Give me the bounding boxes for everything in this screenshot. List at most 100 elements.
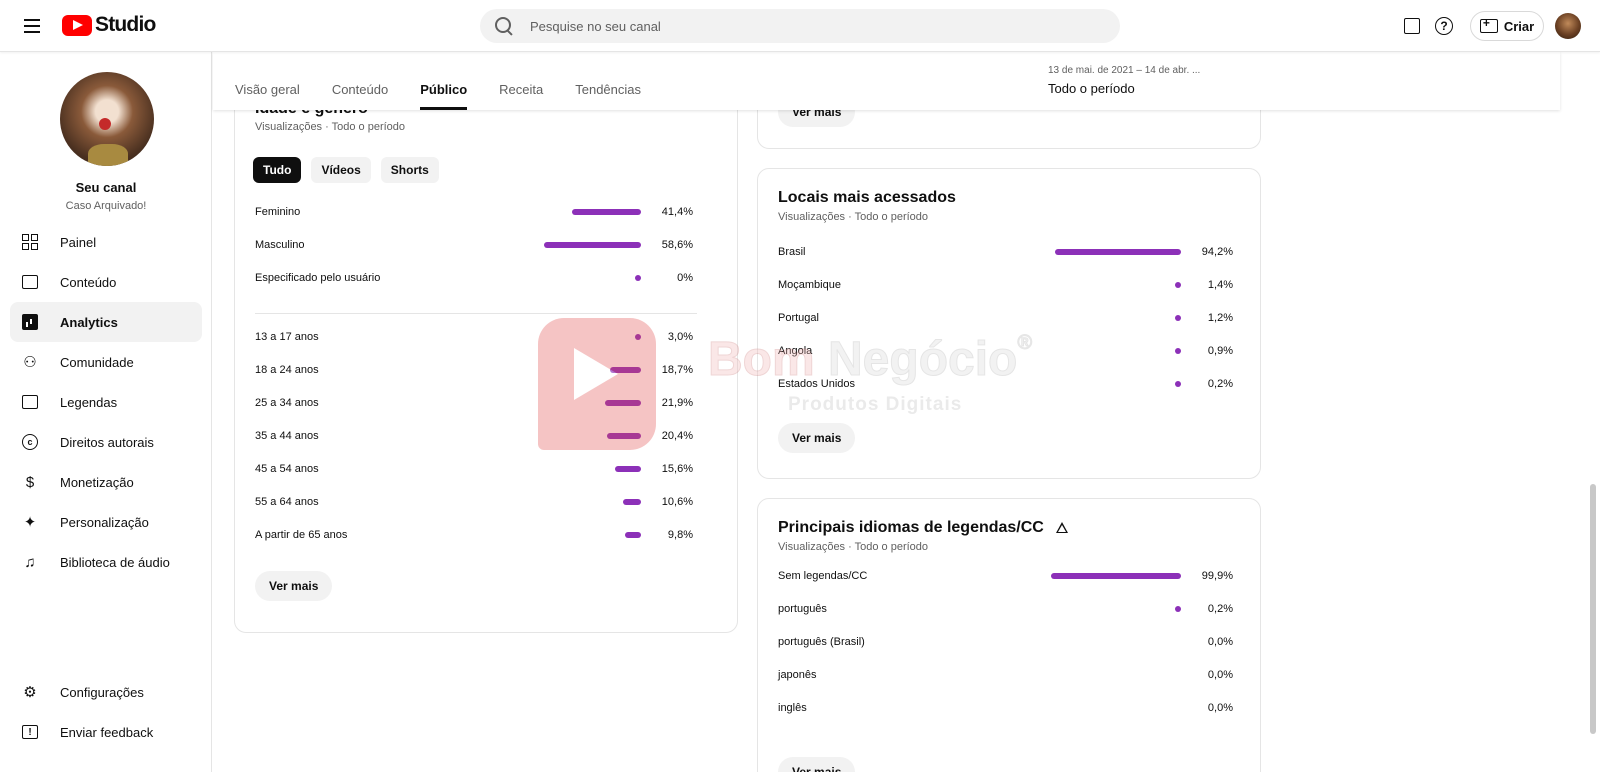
sidebar-item-configuracoes[interactable]: ⚙ Configurações — [10, 672, 202, 712]
bar-row: 45 a 54 anos 15,6% — [255, 459, 693, 479]
bar-track — [511, 532, 641, 538]
sidebar-item-direitos-autorais[interactable]: c Direitos autorais — [10, 422, 202, 462]
sidebar-item-personalizacao[interactable]: ✦ Personalização — [10, 502, 202, 542]
chip-videos[interactable]: Vídeos — [311, 157, 371, 183]
create-button[interactable]: Criar — [1470, 11, 1544, 41]
sidebar: Seu canal Caso Arquivado! Painel Conteúd… — [0, 52, 212, 772]
bar-fill — [635, 275, 641, 281]
bar-fill — [544, 242, 641, 248]
card-title: Locais mais acessados — [778, 189, 956, 206]
bar-row: português 0,2% — [778, 599, 1233, 619]
bar-row: Especificado pelo usuário 0% — [255, 268, 693, 288]
sidebar-bottom-nav: ⚙ Configurações ! Enviar feedback — [10, 672, 202, 752]
card-subtitle: Visualizações · Todo o período — [255, 121, 406, 133]
bar-row: inglês 0,0% — [778, 698, 1233, 718]
bar-fill — [635, 334, 641, 340]
chip-tudo[interactable]: Tudo — [253, 157, 302, 183]
account-avatar[interactable] — [1555, 13, 1581, 39]
channel-avatar[interactable] — [60, 72, 154, 166]
sidebar-item-label: Conteúdo — [60, 274, 117, 290]
bar-track — [1051, 672, 1181, 678]
sidebar-item-comunidade[interactable]: ⚇ Comunidade — [10, 342, 202, 382]
audio-library-icon: ♫ — [24, 553, 36, 571]
bar-track — [1051, 639, 1181, 645]
sidebar-item-monetizacao[interactable]: $ Monetização — [10, 462, 202, 502]
top-locations-card: Locais mais acessados Visualizações · To… — [757, 168, 1261, 479]
bar-row: 35 a 44 anos 20,4% — [255, 426, 693, 446]
search-input[interactable] — [530, 18, 1090, 34]
dollar-icon: $ — [25, 473, 35, 491]
row-label: 35 a 44 anos — [255, 430, 319, 442]
sidebar-item-enviar-feedback[interactable]: ! Enviar feedback — [10, 712, 202, 752]
row-label: Moçambique — [778, 279, 841, 291]
bar-row: português (Brasil) 0,0% — [778, 632, 1233, 652]
logo-text: Studio — [95, 13, 156, 36]
bar-row: Portugal 1,2% — [778, 308, 1233, 328]
bar-fill — [1175, 348, 1181, 354]
row-value: 3,0% — [667, 331, 693, 343]
studio-logo[interactable]: Studio — [62, 13, 156, 37]
bar-row: Estados Unidos 0,2% — [778, 374, 1233, 394]
top-bar: Studio Criar — [0, 0, 1600, 52]
row-value: 21,9% — [661, 397, 693, 409]
bar-row: 25 a 34 anos 21,9% — [255, 393, 693, 413]
row-label: 18 a 24 anos — [255, 364, 319, 376]
bar-row: 13 a 17 anos 3,0% — [255, 327, 693, 347]
help-icon[interactable] — [1432, 14, 1456, 38]
sidebar-item-biblioteca-de-audio[interactable]: ♫ Biblioteca de áudio — [10, 542, 202, 582]
bar-row: japonês 0,0% — [778, 665, 1233, 685]
sidebar-item-label: Comunidade — [60, 354, 134, 370]
sidebar-item-analytics[interactable]: Analytics — [10, 302, 202, 342]
bar-row: 55 a 64 anos 10,6% — [255, 492, 693, 512]
row-value: 99,9% — [1201, 570, 1233, 582]
warning-icon[interactable] — [1055, 522, 1068, 533]
tab-receita[interactable]: Receita — [499, 52, 543, 110]
row-label: 25 a 34 anos — [255, 397, 319, 409]
hamburger-menu-icon[interactable] — [20, 14, 44, 38]
bar-row: Feminino 41,4% — [255, 202, 693, 222]
row-label: japonês — [778, 669, 817, 681]
see-more-button[interactable]: Ver mais — [778, 423, 856, 453]
sidebar-item-legendas[interactable]: Legendas — [10, 382, 202, 422]
row-value: 0,0% — [1207, 669, 1233, 681]
sidebar-item-conteudo[interactable]: Conteúdo — [10, 262, 202, 302]
sidebar-item-label: Painel — [60, 234, 97, 250]
sidebar-item-painel[interactable]: Painel — [10, 222, 202, 262]
tab-conteudo[interactable]: Conteúdo — [332, 52, 388, 110]
sidebar-item-label: Direitos autorais — [60, 434, 154, 450]
row-label: português — [778, 603, 827, 615]
sidebar-item-label: Configurações — [60, 684, 144, 700]
see-more-button[interactable]: Ver mais — [778, 757, 856, 772]
tab-visao-geral[interactable]: Visão geral — [235, 52, 300, 110]
card-subtitle: Visualizações · Todo o período — [778, 541, 929, 553]
bar-track — [1051, 381, 1181, 387]
bar-track — [1051, 348, 1181, 354]
tab-tendencias[interactable]: Tendências — [575, 52, 641, 110]
age-gender-card: Idade e gênero Visualizações · Todo o pe… — [234, 70, 738, 633]
search-bar[interactable] — [480, 9, 1120, 43]
see-more-button[interactable]: Ver mais — [255, 571, 333, 601]
row-value: 15,6% — [661, 463, 693, 475]
analytics-tabs: Visão geral Conteúdo Público Receita Ten… — [235, 52, 641, 110]
row-label: Portugal — [778, 312, 819, 324]
period-selector[interactable]: 13 de mai. de 2021 – 14 de abr. ... Todo… — [1048, 65, 1248, 96]
bar-row: Brasil 94,2% — [778, 242, 1233, 262]
bar-fill — [615, 466, 641, 472]
subtitles-icon — [20, 392, 40, 412]
bar-fill — [1175, 606, 1181, 612]
row-value: 0,9% — [1207, 345, 1233, 357]
bar-track — [1051, 705, 1181, 711]
row-value: 1,4% — [1207, 279, 1233, 291]
scrollbar[interactable] — [1590, 484, 1596, 734]
divider — [255, 313, 697, 314]
chip-shorts[interactable]: Shorts — [380, 157, 439, 183]
tab-publico[interactable]: Público — [420, 52, 467, 110]
row-label: A partir de 65 anos — [255, 529, 348, 541]
row-label: Especificado pelo usuário — [255, 272, 381, 284]
bar-fill — [607, 433, 641, 439]
feedback-icon: ! — [20, 722, 40, 742]
messages-icon[interactable] — [1400, 14, 1424, 38]
bar-track — [511, 334, 641, 340]
search-icon[interactable] — [494, 16, 514, 36]
bar-track — [1051, 282, 1181, 288]
